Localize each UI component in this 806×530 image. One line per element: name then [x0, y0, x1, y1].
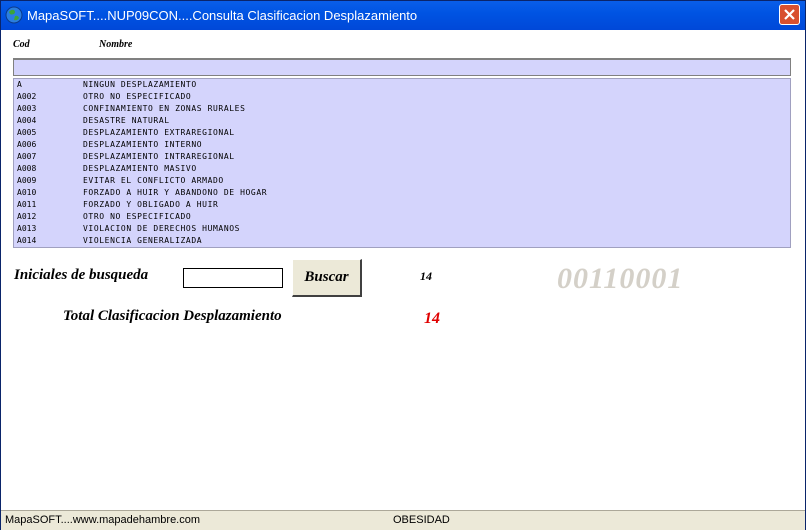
- list-item[interactable]: A004 DESASTRE NATURAL: [14, 115, 790, 127]
- status-website: MapaSOFT....www.mapadehambre.com: [5, 514, 201, 526]
- search-button[interactable]: Buscar: [292, 259, 362, 297]
- close-button[interactable]: [779, 4, 800, 25]
- results-list[interactable]: A NINGUN DESPLAZAMIENTO A002 OTRO NO ESPEC…: [13, 78, 791, 248]
- close-icon: [784, 9, 795, 20]
- window-title: MapaSOFT....NUP09CON....Consulta Clasifi…: [27, 8, 418, 23]
- search-input[interactable]: [183, 268, 283, 288]
- item-name: DESPLAZAMIENTO INTERNO: [83, 140, 203, 149]
- item-code: A013: [17, 224, 37, 233]
- item-name: VIOLENCIA GENERALIZADA: [83, 236, 203, 245]
- status-module: OBESIDAD: [393, 514, 450, 526]
- item-code: A012: [17, 212, 37, 221]
- item-name: OTRO NO ESPECIFICADO: [83, 92, 192, 101]
- column-header-nombre: Nombre: [99, 39, 133, 50]
- item-code: A010: [17, 188, 37, 197]
- list-item[interactable]: A012 OTRO NO ESPECIFICADO: [14, 211, 790, 223]
- item-code: A: [17, 80, 22, 89]
- list-item[interactable]: A005 DESPLAZAMIENTO EXTRAREGIONAL: [14, 127, 790, 139]
- item-name: DESPLAZAMIENTO INTRAREGIONAL: [83, 152, 235, 161]
- list-item[interactable]: A011 FORZADO Y OBLIGADO A HUIR: [14, 199, 790, 211]
- item-name: DESPLAZAMIENTO MASIVO: [83, 164, 197, 173]
- item-name: NINGUN DESPLAZAMIENTO: [83, 80, 197, 89]
- list-item[interactable]: A010 FORZADO A HUIR Y ABANDONO DE HOGAR: [14, 187, 790, 199]
- item-name: DESASTRE NATURAL: [83, 116, 170, 125]
- content-area: Cod Nombre A NINGUN DESPLAZAMIENTO A002 OT…: [1, 30, 805, 510]
- item-name: DESPLAZAMIENTO EXTRAREGIONAL: [83, 128, 235, 137]
- filter-bar[interactable]: [13, 58, 791, 76]
- list-item[interactable]: A006 DESPLAZAMIENTO INTERNO: [14, 139, 790, 151]
- total-label: Total Clasificacion Desplazamiento: [63, 308, 282, 324]
- item-name: FORZADO Y OBLIGADO A HUIR: [83, 200, 219, 209]
- item-code: A003: [17, 104, 37, 113]
- list-item[interactable]: A008 DESPLAZAMIENTO MASIVO: [14, 163, 790, 175]
- item-code: A014: [17, 236, 37, 245]
- item-name: FORZADO A HUIR Y ABANDONO DE HOGAR: [83, 188, 268, 197]
- globe-icon: [5, 6, 23, 24]
- item-code: A007: [17, 152, 37, 161]
- list-item[interactable]: A NINGUN DESPLAZAMIENTO: [14, 79, 790, 91]
- title-bar[interactable]: MapaSOFT....NUP09CON....Consulta Clasifi…: [1, 1, 805, 30]
- item-name: OTRO NO ESPECIFICADO: [83, 212, 192, 221]
- item-code: A009: [17, 176, 37, 185]
- result-count: 14: [420, 269, 432, 283]
- record-code: 00110001: [557, 262, 684, 295]
- main-window: MapaSOFT....NUP09CON....Consulta Clasifi…: [0, 0, 806, 530]
- list-item[interactable]: A003 CONFINAMIENTO EN ZONAS RURALES: [14, 103, 790, 115]
- list-item[interactable]: A009 EVITAR EL CONFLICTO ARMADO: [14, 175, 790, 187]
- item-code: A004: [17, 116, 37, 125]
- item-code: A011: [17, 200, 37, 209]
- item-code: A006: [17, 140, 37, 149]
- list-item[interactable]: A013 VIOLACION DE DERECHOS HUMANOS: [14, 223, 790, 235]
- item-code: A002: [17, 92, 37, 101]
- status-bar: MapaSOFT....www.mapadehambre.com OBESIDA…: [1, 510, 805, 530]
- column-header-cod: Cod: [13, 39, 30, 50]
- item-name: CONFINAMIENTO EN ZONAS RURALES: [83, 104, 246, 113]
- list-item[interactable]: A014 VIOLENCIA GENERALIZADA: [14, 235, 790, 247]
- list-item[interactable]: A007 DESPLAZAMIENTO INTRAREGIONAL: [14, 151, 790, 163]
- item-code: A005: [17, 128, 37, 137]
- item-code: A008: [17, 164, 37, 173]
- item-name: EVITAR EL CONFLICTO ARMADO: [83, 176, 224, 185]
- list-item[interactable]: A002 OTRO NO ESPECIFICADO: [14, 91, 790, 103]
- item-name: VIOLACION DE DERECHOS HUMANOS: [83, 224, 241, 233]
- search-label: Iniciales de busqueda: [14, 267, 149, 283]
- total-value: 14: [424, 310, 440, 327]
